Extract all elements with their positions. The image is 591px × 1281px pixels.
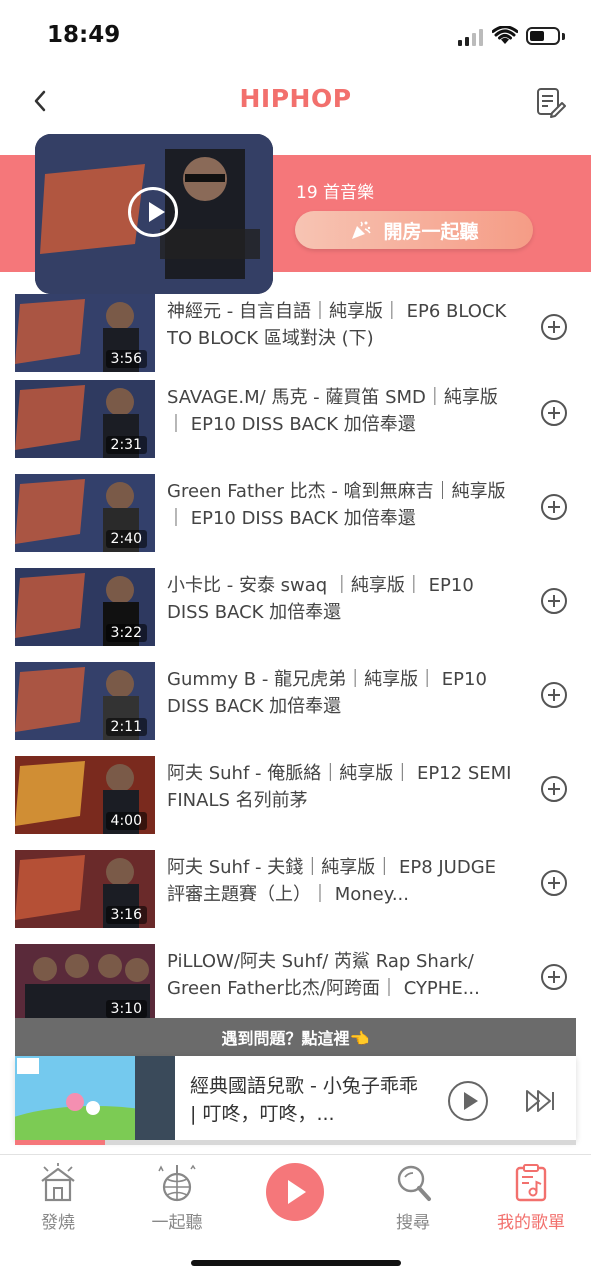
home-icon bbox=[41, 1163, 75, 1202]
song-row[interactable]: 3:16 阿夫 Suhf - 夫錢｜純享版｜ EP8 JUDGE 評審主題賽（上… bbox=[0, 850, 591, 932]
play-icon[interactable] bbox=[266, 1163, 324, 1221]
song-title: 阿夫 Suhf - 俺脈絡｜純享版｜ EP12 SEMI FINALS 名列前茅 bbox=[167, 763, 512, 811]
song-duration: 2:31 bbox=[105, 436, 147, 454]
disco-ball-icon bbox=[158, 1164, 196, 1202]
song-title: Green Father 比杰 - 嗆到無麻吉｜純享版｜ EP10 DISS B… bbox=[167, 481, 506, 529]
next-track-icon[interactable] bbox=[523, 1086, 557, 1116]
add-circle-icon[interactable] bbox=[541, 314, 567, 340]
add-circle-icon[interactable] bbox=[541, 588, 567, 614]
open-room-label: 開房一起聽 bbox=[383, 220, 479, 243]
tab-my-playlist[interactable]: 我的歌單 bbox=[481, 1155, 581, 1235]
tab-hot[interactable]: 發燒 bbox=[8, 1155, 108, 1235]
song-row[interactable]: 2:11 Gummy B - 龍兄虎弟｜純享版｜ EP10 DISS BACK … bbox=[0, 662, 591, 744]
tab-label: 一起聽 bbox=[151, 1213, 203, 1233]
song-row[interactable]: 3:22 小卡比 - 安泰 swaq ｜純享版｜ EP10 DISS BACK … bbox=[0, 568, 591, 650]
add-circle-icon[interactable] bbox=[541, 776, 567, 802]
featured-video-thumbnail[interactable] bbox=[35, 134, 273, 294]
tab-label: 發燒 bbox=[41, 1213, 75, 1233]
tab-listen-together[interactable]: 一起聽 bbox=[127, 1155, 227, 1235]
song-duration: 2:40 bbox=[105, 530, 147, 548]
song-thumbnail: 3:22 bbox=[15, 568, 155, 646]
mini-player[interactable]: 經典國語兒歌 - 小兔子乖乖 | 叮咚，叮咚，... bbox=[15, 1056, 576, 1140]
song-thumbnail: 3:10 bbox=[15, 944, 155, 1022]
song-duration: 2:11 bbox=[105, 718, 147, 736]
song-thumbnail: 3:56 bbox=[15, 294, 155, 372]
playlist-icon bbox=[515, 1164, 547, 1202]
song-row[interactable]: 4:00 阿夫 Suhf - 俺脈絡｜純享版｜ EP12 SEMI FINALS… bbox=[0, 756, 591, 838]
play-circle-icon[interactable] bbox=[128, 187, 178, 237]
song-title: 小卡比 - 安泰 swaq ｜純享版｜ EP10 DISS BACK 加倍奉還 bbox=[167, 575, 474, 623]
home-indicator bbox=[191, 1260, 401, 1266]
song-duration: 3:56 bbox=[105, 350, 147, 368]
song-row[interactable]: 2:31 SAVAGE.M/ 馬克 - 薩買笛 SMD｜純享版｜ EP10 DI… bbox=[0, 380, 591, 462]
song-duration: 3:22 bbox=[105, 624, 147, 642]
add-circle-icon[interactable] bbox=[541, 870, 567, 896]
now-playing-thumbnail bbox=[15, 1056, 175, 1140]
song-title: SAVAGE.M/ 馬克 - 薩買笛 SMD｜純享版｜ EP10 DISS BA… bbox=[167, 387, 498, 435]
tab-search[interactable]: 搜尋 bbox=[363, 1155, 463, 1235]
header: HIPHOP bbox=[0, 70, 591, 132]
battery-icon bbox=[526, 27, 560, 45]
search-icon bbox=[397, 1165, 431, 1201]
song-duration: 3:10 bbox=[105, 1000, 147, 1018]
song-thumbnail: 3:16 bbox=[15, 850, 155, 928]
report-problem-bar[interactable]: 遇到問題？點這裡👈 bbox=[15, 1018, 576, 1056]
playback-progress-fill bbox=[15, 1140, 105, 1145]
edit-list-icon[interactable] bbox=[534, 86, 566, 118]
now-playing-title: 經典國語兒歌 - 小兔子乖乖 | 叮咚，叮咚，... bbox=[190, 1075, 418, 1125]
song-title: 神經元 - 自言自語｜純享版｜ EP6 BLOCK TO BLOCK 區域對決 … bbox=[167, 301, 507, 349]
play-icon[interactable] bbox=[448, 1081, 488, 1121]
song-thumbnail: 2:11 bbox=[15, 662, 155, 740]
song-title: 阿夫 Suhf - 夫錢｜純享版｜ EP8 JUDGE 評審主題賽（上）｜ Mo… bbox=[167, 857, 497, 905]
song-count: 19 首音樂 bbox=[296, 183, 375, 203]
add-circle-icon[interactable] bbox=[541, 682, 567, 708]
playback-progress[interactable] bbox=[15, 1140, 576, 1145]
song-duration: 3:16 bbox=[105, 906, 147, 924]
song-row[interactable]: 3:10 PiLLOW/阿夫 Suhf/ 芮鯊 Rap Shark/ Green… bbox=[0, 944, 591, 1026]
song-title: PiLLOW/阿夫 Suhf/ 芮鯊 Rap Shark/ Green Fath… bbox=[167, 951, 480, 999]
add-circle-icon[interactable] bbox=[541, 964, 567, 990]
status-time: 18:49 bbox=[47, 22, 121, 48]
song-title: Gummy B - 龍兄虎弟｜純享版｜ EP10 DISS BACK 加倍奉還 bbox=[167, 669, 487, 717]
song-thumbnail: 2:40 bbox=[15, 474, 155, 552]
song-thumbnail: 2:31 bbox=[15, 380, 155, 458]
tab-label: 我的歌單 bbox=[497, 1213, 565, 1233]
song-row[interactable]: 3:56 神經元 - 自言自語｜純享版｜ EP6 BLOCK TO BLOCK … bbox=[0, 294, 591, 376]
song-thumbnail: 4:00 bbox=[15, 756, 155, 834]
tab-label: 搜尋 bbox=[396, 1213, 430, 1233]
status-bar: 18:49 bbox=[0, 0, 591, 70]
open-room-button[interactable]: 開房一起聽 bbox=[295, 211, 533, 249]
song-duration: 4:00 bbox=[105, 812, 147, 830]
wifi-icon bbox=[492, 26, 518, 44]
page-title: HIPHOP bbox=[239, 84, 352, 113]
party-popper-icon bbox=[352, 221, 372, 239]
add-circle-icon[interactable] bbox=[541, 400, 567, 426]
signal-icon bbox=[458, 29, 483, 46]
song-row[interactable]: 2:40 Green Father 比杰 - 嗆到無麻吉｜純享版｜ EP10 D… bbox=[0, 474, 591, 556]
add-circle-icon[interactable] bbox=[541, 494, 567, 520]
